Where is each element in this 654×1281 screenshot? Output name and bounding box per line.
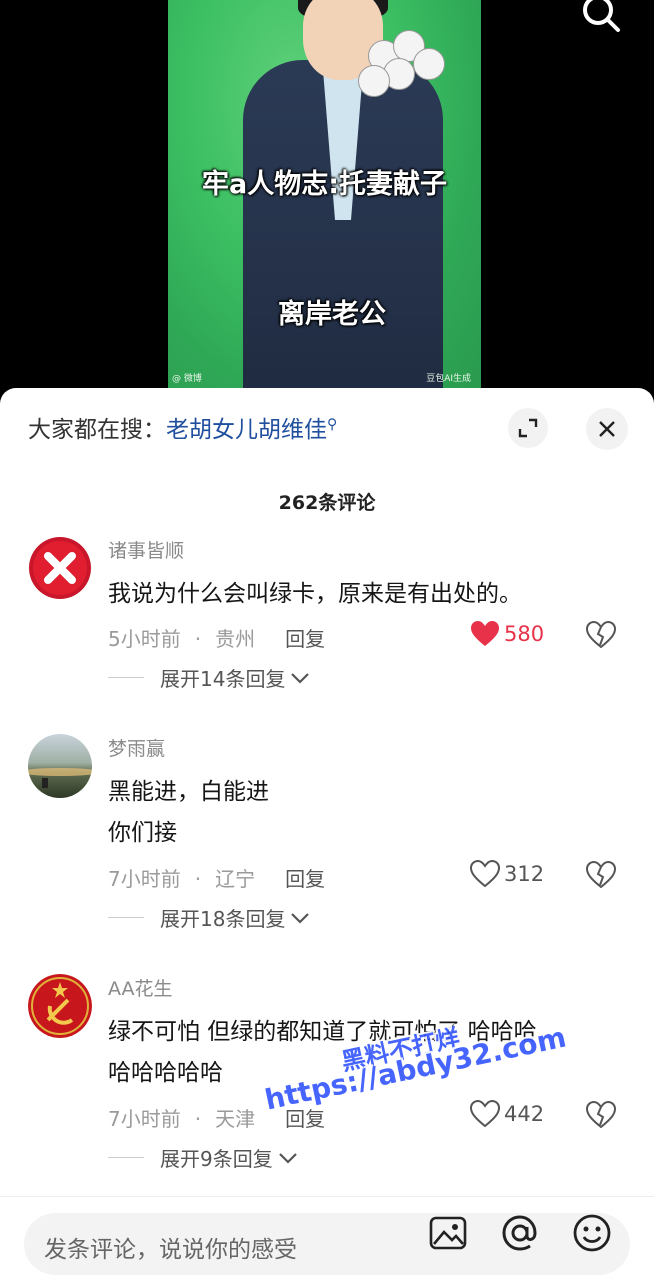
chevron-down-icon [291,912,310,924]
expand-replies-button[interactable]: 展开14条回复 [108,663,311,692]
emoji-icon[interactable] [572,1213,612,1253]
close-sheet-button[interactable] [586,408,628,450]
expand-replies-label: 展开9条回复 [160,1147,273,1171]
comment-text-line: 绿不可怕 但绿的都知道了就可怕了 哈哈哈 [108,1019,537,1045]
close-icon [599,421,615,437]
reply-button[interactable]: 回复 [285,867,325,891]
video-watermark-left: @ 微博 [172,374,202,384]
video-player[interactable]: @ 微博 豆包AI生成 牢a人物志:托妻献子 离岸老公 [0,0,654,400]
broken-heart-icon[interactable] [586,620,616,650]
comment-text-line: 哈哈哈哈哈 [108,1060,223,1086]
like-count: 580 [504,622,545,646]
search-button[interactable] [580,0,624,34]
comment-text: 黑能进，白能进 你们接 [108,772,269,854]
comment-location: 天津 [215,1107,256,1131]
like-button[interactable]: 312 [470,860,544,888]
divider-line [108,1157,144,1158]
comment-time: 7小时前 [108,1107,181,1131]
divider-line [108,917,144,918]
expand-replies-button[interactable]: 展开9条回复 [108,1143,299,1172]
suggest-prefix: 大家都在搜： [28,417,166,443]
broken-heart-icon[interactable] [586,1100,616,1130]
avatar[interactable] [28,734,92,798]
comment-text-line: 你们接 [108,820,177,846]
video-watermark-ai: 豆包AI生成 [426,374,471,384]
small-search-icon: ⚲ [327,416,338,433]
reply-button[interactable]: 回复 [285,1107,325,1131]
expand-icon [518,418,538,438]
expand-sheet-button[interactable] [508,408,548,448]
video-caption-top: 牢a人物志:托妻献子 [202,169,448,200]
meta-dot: · [194,867,202,891]
video-caption-bottom: 离岸老公 [278,299,386,330]
comment-location: 贵州 [215,627,256,651]
image-icon[interactable] [428,1213,468,1253]
broken-heart-icon[interactable] [586,860,616,890]
like-count: 312 [504,862,545,886]
chevron-down-icon [291,672,310,684]
heart-icon [470,1100,500,1128]
hammer-sickle-avatar-icon [28,974,92,1038]
comment-text: 绿不可怕 但绿的都知道了就可怕了 哈哈哈 哈哈哈哈哈 [108,1012,537,1094]
heart-icon [470,860,500,888]
suggest-keyword-link[interactable]: 老胡女儿胡维佳 [166,417,327,443]
meta-dot: · [194,627,202,651]
comment-time: 7小时前 [108,867,181,891]
comment-time: 5小时前 [108,627,181,651]
search-icon [583,0,620,32]
landscape-avatar-icon [28,768,92,788]
divider-line [108,677,144,678]
red-x-avatar-icon [29,537,91,599]
comment-text-line: 黑能进，白能进 [108,779,269,805]
comment-location: 辽宁 [215,867,256,891]
chevron-down-icon [278,1152,297,1164]
comment-count: 262条评论 [278,492,376,514]
expand-replies-label: 展开18条回复 [160,907,286,931]
like-button[interactable]: 442 [470,1100,544,1128]
comment-input-bar: 发条评论，说说你的感受 [0,1196,654,1281]
reply-button[interactable]: 回复 [285,627,325,651]
meta-dot: · [194,1107,202,1131]
comment-text: 我说为什么会叫绿卡，原来是有出处的。 [108,574,522,615]
avatar[interactable] [28,536,92,600]
search-suggestion[interactable]: 大家都在搜：老胡女儿胡维佳⚲ [28,410,337,444]
comment-meta: 7小时前 · 辽宁 回复 [108,863,325,892]
avatar[interactable] [28,974,92,1038]
at-icon[interactable] [500,1213,540,1253]
illustration-flowers [358,30,448,100]
heart-icon [471,621,499,646]
comment-meta: 7小时前 · 天津 回复 [108,1103,325,1132]
comment-username[interactable]: AA花生 [108,974,173,1001]
expand-replies-label: 展开14条回复 [160,667,286,691]
like-count: 442 [504,1102,545,1126]
comments-sheet: 大家都在搜：老胡女儿胡维佳⚲ 262条评论 诸事皆顺 我说为什么会叫绿卡，原来是… [0,388,654,1280]
comment-username[interactable]: 梦雨赢 [108,734,165,761]
comment-username[interactable]: 诸事皆顺 [108,536,184,563]
expand-replies-button[interactable]: 展开18条回复 [108,903,311,932]
comment-text-line: 我说为什么会叫绿卡，原来是有出处的。 [108,581,522,607]
like-button[interactable]: 580 [470,620,544,648]
comment-input-placeholder: 发条评论，说说你的感受 [44,1237,297,1263]
comment-meta: 5小时前 · 贵州 回复 [108,623,325,652]
